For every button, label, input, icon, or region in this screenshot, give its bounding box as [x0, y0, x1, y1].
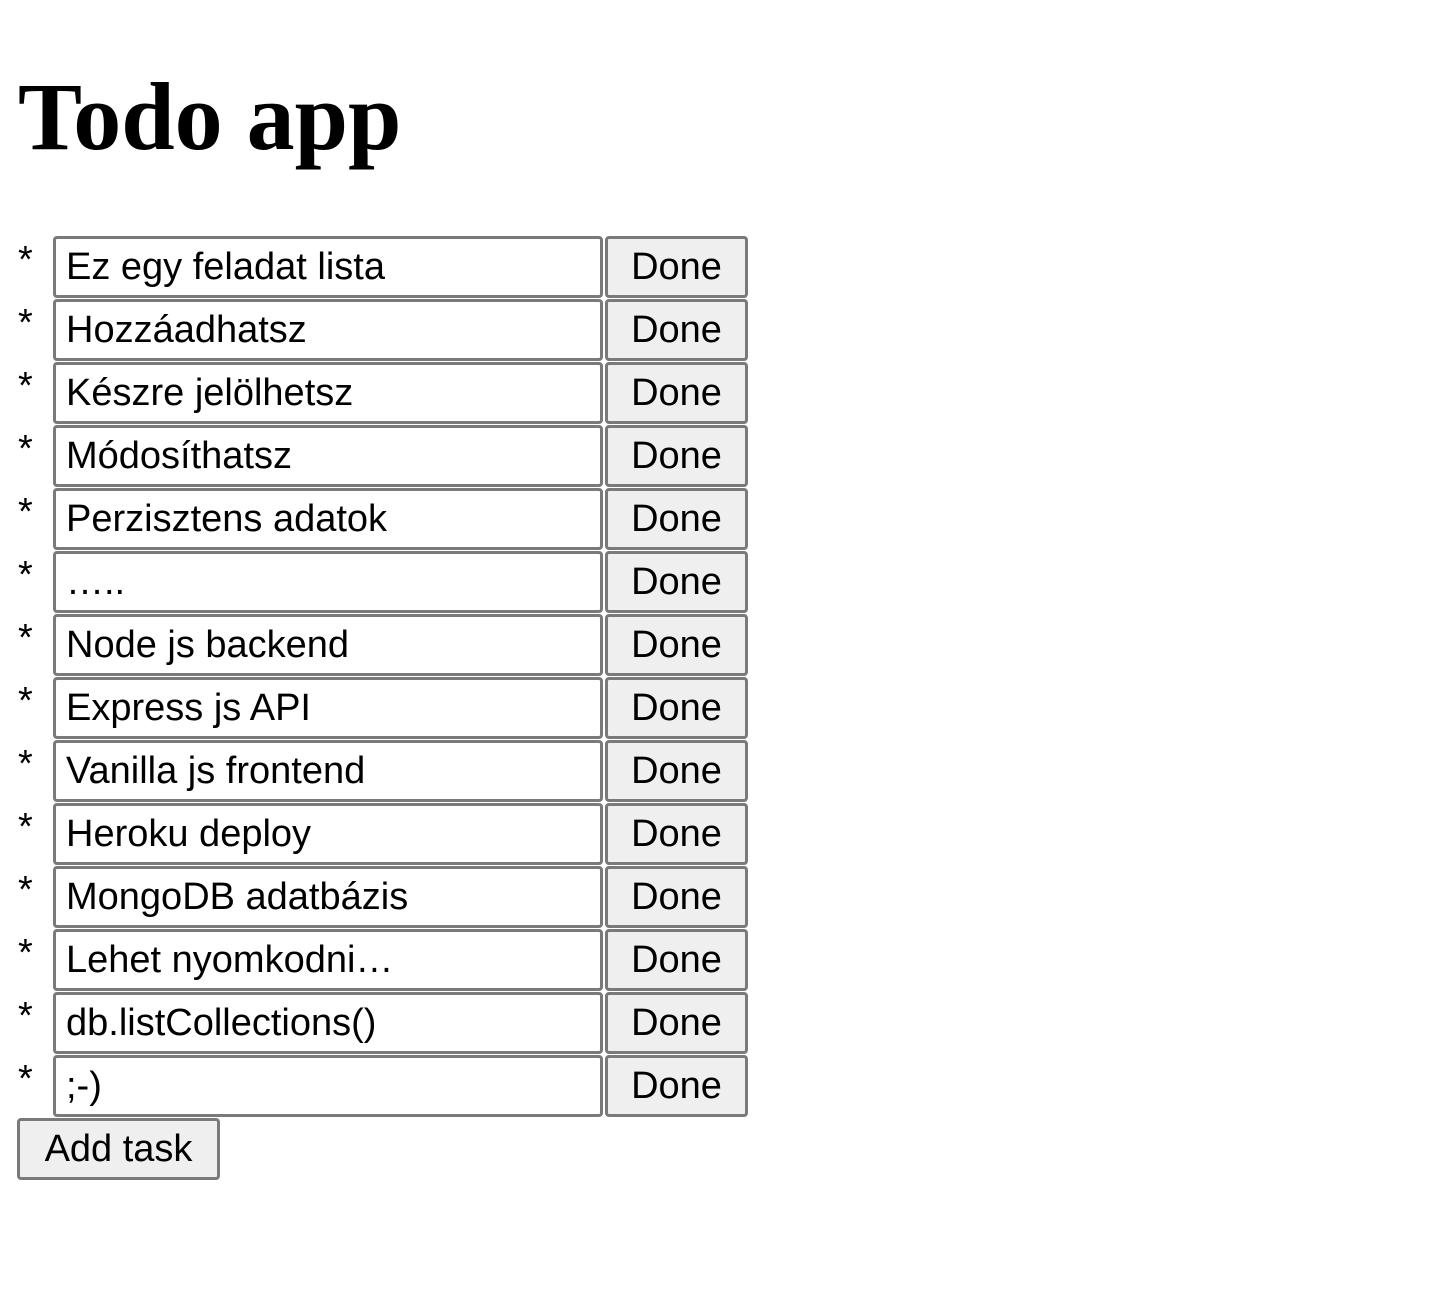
- task-input[interactable]: [53, 866, 603, 928]
- task-row: * Done: [18, 614, 748, 677]
- task-row: * Done: [18, 677, 748, 740]
- bullet: *: [18, 617, 33, 659]
- done-button[interactable]: Done: [605, 1055, 748, 1117]
- task-row: * Done: [18, 551, 748, 614]
- bullet: *: [18, 302, 33, 344]
- task-input[interactable]: [53, 992, 603, 1054]
- task-row: * Done: [18, 425, 748, 488]
- bullet: *: [18, 806, 33, 848]
- task-input[interactable]: [53, 425, 603, 487]
- task-input[interactable]: [53, 488, 603, 550]
- task-row: * Done: [18, 866, 748, 929]
- bullet: *: [18, 239, 33, 281]
- task-row: * Done: [18, 803, 748, 866]
- task-row: * Done: [18, 740, 748, 803]
- bullet: *: [18, 428, 33, 470]
- task-input[interactable]: [53, 299, 603, 361]
- done-button[interactable]: Done: [605, 866, 748, 928]
- task-input[interactable]: [53, 803, 603, 865]
- done-button[interactable]: Done: [605, 740, 748, 802]
- bullet: *: [18, 554, 33, 596]
- task-row: * Done: [18, 236, 748, 299]
- task-input[interactable]: [53, 551, 603, 613]
- done-button[interactable]: Done: [605, 362, 748, 424]
- task-input[interactable]: [53, 362, 603, 424]
- done-button[interactable]: Done: [605, 803, 748, 865]
- task-input[interactable]: [53, 677, 603, 739]
- task-input[interactable]: [53, 929, 603, 991]
- bullet: *: [18, 680, 33, 722]
- bullet: *: [18, 743, 33, 785]
- done-button[interactable]: Done: [605, 236, 748, 298]
- done-button[interactable]: Done: [605, 677, 748, 739]
- task-row: * Done: [18, 992, 748, 1055]
- add-task-button[interactable]: Add task: [17, 1118, 220, 1180]
- task-input[interactable]: [53, 614, 603, 676]
- done-button[interactable]: Done: [605, 299, 748, 361]
- bullet: *: [18, 1058, 33, 1100]
- task-row: * Done: [18, 299, 748, 362]
- task-row: * Done: [18, 1055, 748, 1118]
- task-row: * Done: [18, 488, 748, 551]
- done-button[interactable]: Done: [605, 425, 748, 487]
- task-row: * Done: [18, 362, 748, 425]
- task-list: * Done * Done * Done * Done * Done * Don…: [18, 236, 748, 1118]
- done-button[interactable]: Done: [605, 488, 748, 550]
- bullet: *: [18, 932, 33, 974]
- bullet: *: [18, 995, 33, 1037]
- task-row: * Done: [18, 929, 748, 992]
- done-button[interactable]: Done: [605, 929, 748, 991]
- done-button[interactable]: Done: [605, 992, 748, 1054]
- done-button[interactable]: Done: [605, 614, 748, 676]
- task-input[interactable]: [53, 740, 603, 802]
- bullet: *: [18, 365, 33, 407]
- done-button[interactable]: Done: [605, 551, 748, 613]
- bullet: *: [18, 491, 33, 533]
- task-input[interactable]: [53, 236, 603, 298]
- page-title: Todo app: [18, 63, 402, 170]
- task-input[interactable]: [53, 1055, 603, 1117]
- bullet: *: [18, 869, 33, 911]
